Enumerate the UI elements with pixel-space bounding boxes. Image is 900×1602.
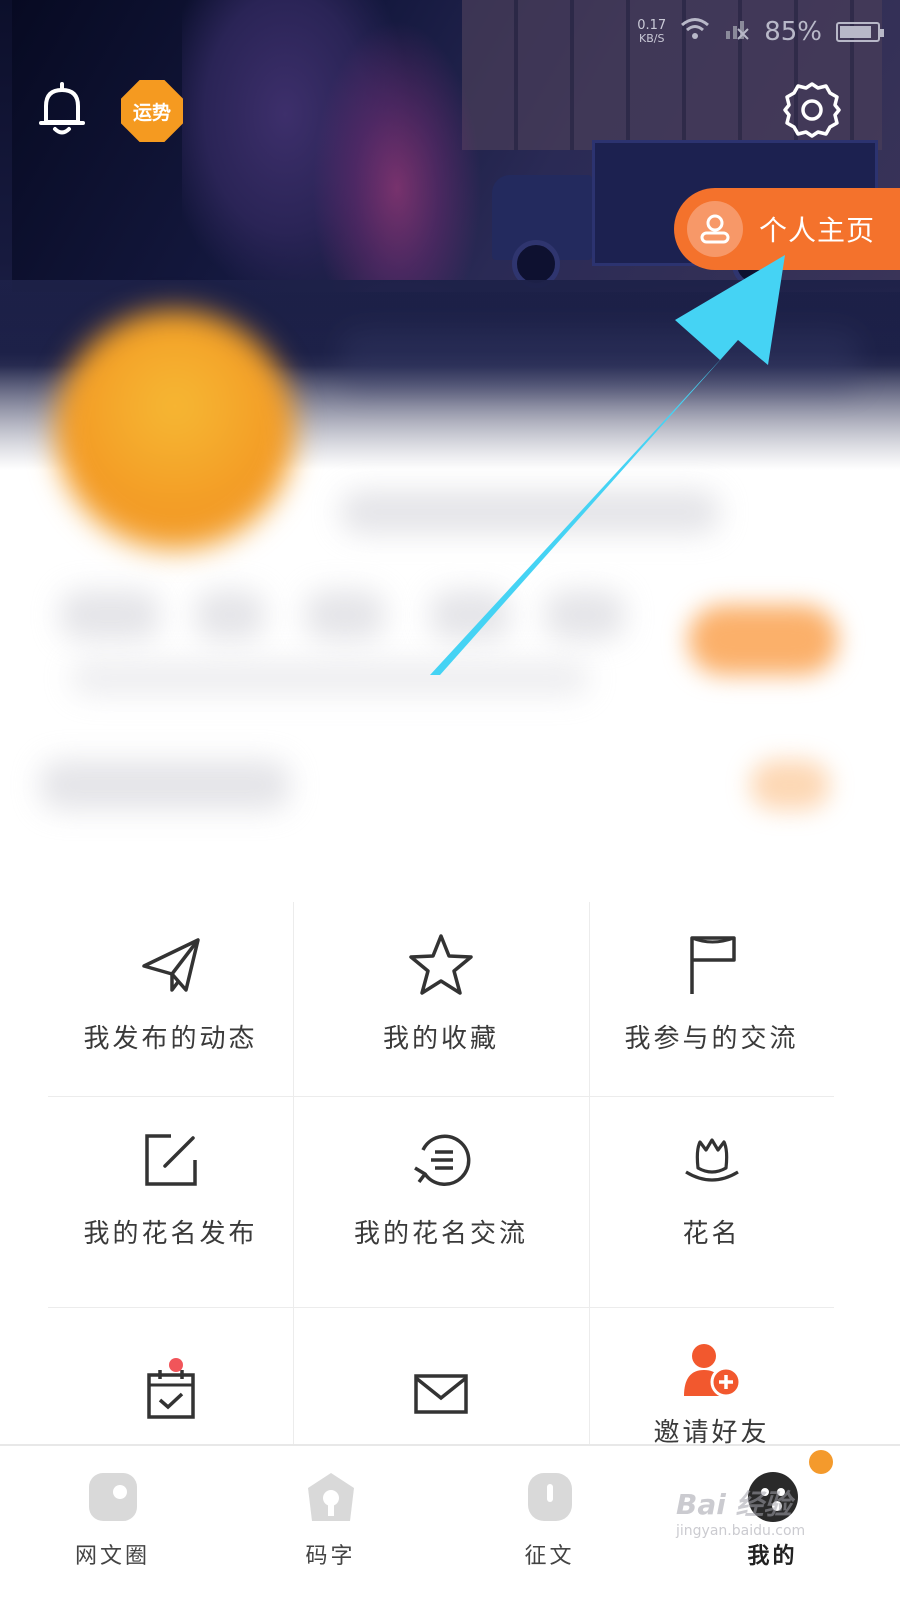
stat-blurred [430,590,510,640]
me-tab-icon [747,1472,798,1522]
grid-item-label: 我发布的动态 [83,1024,258,1054]
grid-item-label: 我参与的交流 [624,1024,799,1054]
house-tab-icon [307,1473,354,1521]
tab-notification-dot [809,1450,833,1474]
avatar-blurred[interactable] [55,310,295,550]
action-button-blurred[interactable] [688,605,838,675]
network-speed-unit: KB/S [639,32,665,45]
stat-labels-blurred [70,660,590,696]
stat-blurred [545,590,625,640]
personal-homepage-label: 个人主页 [759,214,876,247]
bottom-tab-bar: 网文圈 码字 征文 我的 [0,1444,900,1602]
tab-label: 码字 [305,1544,356,1569]
settings-gear-icon[interactable] [782,80,842,140]
illustration-figure-glow [312,20,482,292]
grid-item-my-posts[interactable]: 我发布的动态 [48,902,293,1108]
grid-item-invite-friends[interactable]: 邀请好友 [589,1308,834,1445]
star-icon [406,930,476,1000]
tab-label: 征文 [524,1544,575,1569]
grid-item-my-nickname-discussions[interactable]: 我的花名交流 [293,1097,589,1307]
battery-percent: 85% [764,17,822,47]
fortune-badge-button[interactable]: 运势 [121,80,183,142]
battery-icon [836,22,884,42]
user-icon [687,201,743,257]
tab-label: 网文圈 [74,1544,150,1569]
network-speed-value: 0.17 [637,18,667,33]
grid-item-label: 我的收藏 [382,1024,499,1054]
stat-blurred [305,590,385,640]
personal-homepage-button[interactable]: 个人主页 [674,188,900,270]
tab-essay-contest[interactable]: 征文 [437,1446,662,1602]
grid-item-my-messages[interactable] [293,1308,589,1445]
wifi-icon [680,17,710,47]
paper-plane-icon [136,930,206,1000]
tab-web-literature-circle[interactable]: 网文圈 [0,1446,225,1602]
tab-label: 我的 [747,1544,798,1569]
status-bar: 0.17 KB/S 85% [637,12,884,52]
flag-icon [677,930,747,1000]
tab-me[interactable]: 我的 [660,1446,885,1602]
notification-dot [169,1358,183,1372]
username-blurred [340,330,860,390]
grid-item-label: 我的花名发布 [83,1219,258,1249]
essay-tab-icon [527,1473,572,1521]
grid-item-daily-checkin[interactable] [48,1308,293,1445]
grid-item-label: 花名 [682,1219,741,1249]
info-row-blurred [40,760,290,810]
network-speed: 0.17 KB/S [637,19,666,45]
grid-item-my-discussions[interactable]: 我参与的交流 [589,902,834,1108]
info-row-action-blurred[interactable] [750,760,830,810]
lotus-icon [677,1125,747,1195]
circle-tab-icon [88,1473,137,1521]
grid-item-label: 我的花名交流 [353,1219,528,1249]
grid-item-label: 邀请好友 [653,1418,770,1445]
signal-icon [724,17,750,47]
notification-bell-icon[interactable] [38,82,86,136]
edit-square-icon [136,1125,206,1195]
battery-level [840,26,871,38]
invite-friend-icon [677,1340,747,1400]
feature-grid: 我发布的动态 我的收藏 我参与的交流 我的花名发布 我的花名交流 花名 邀请好友 [48,902,834,1445]
grid-item-my-favorites[interactable]: 我的收藏 [293,902,589,1108]
grid-item-nickname[interactable]: 花名 [589,1097,834,1307]
bio-blurred [340,490,720,534]
mail-icon [406,1360,476,1427]
stat-blurred [60,590,160,640]
stat-blurred [195,590,265,640]
grid-item-my-nickname-posts[interactable]: 我的花名发布 [48,1097,293,1307]
tab-writing[interactable]: 码字 [218,1446,443,1602]
chat-refresh-icon [406,1125,476,1195]
